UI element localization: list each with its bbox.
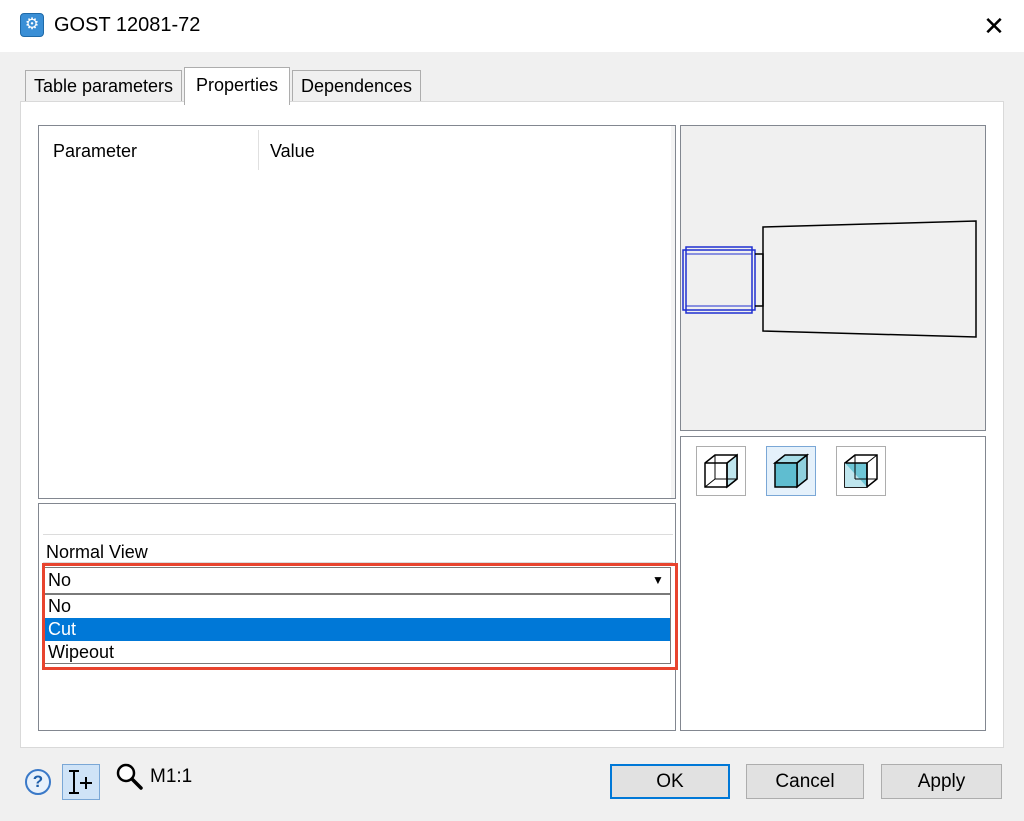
tab-properties[interactable]: Properties	[184, 67, 290, 105]
shaded-cube-icon	[772, 453, 810, 489]
scrollbar-track[interactable]	[671, 126, 675, 498]
snap-toggle-button[interactable]	[62, 764, 100, 800]
zoom-icon[interactable]	[114, 762, 144, 792]
combobox-value: No	[48, 570, 72, 590]
parameter-table: Parameter Value	[38, 125, 676, 499]
gear-icon: ⚙	[20, 13, 44, 37]
normal-view-dropdown: No Cut Wipeout	[44, 594, 671, 664]
dropdown-option-cut[interactable]: Cut	[45, 618, 670, 641]
view-mode-panel	[680, 436, 986, 731]
close-button[interactable]: ✕	[972, 6, 1016, 46]
tab-table-parameters[interactable]: Table parameters	[25, 70, 182, 102]
normal-view-label: Normal View	[46, 542, 148, 562]
window-title: GOST 12081-72	[54, 14, 201, 36]
column-header-parameter[interactable]: Parameter	[53, 139, 137, 163]
view-button-shaded-edges[interactable]	[836, 446, 886, 496]
dropdown-option-no[interactable]: No	[45, 595, 670, 618]
chevron-down-icon[interactable]: ▼	[649, 571, 667, 590]
part-preview-drawing	[682, 220, 977, 338]
divider	[43, 534, 673, 535]
view-button-shaded[interactable]	[766, 446, 816, 496]
column-header-value[interactable]: Value	[270, 139, 315, 163]
preview-panel	[680, 125, 986, 431]
shaded-edges-cube-icon	[844, 454, 878, 488]
help-icon[interactable]: ?	[25, 769, 51, 795]
zoom-scale-label: M1:1	[150, 766, 193, 787]
normal-view-combobox[interactable]: No ▼	[44, 567, 671, 594]
wireframe-cube-icon	[704, 453, 738, 489]
insertion-point-icon	[69, 770, 92, 794]
apply-button[interactable]: Apply	[881, 764, 1002, 799]
view-button-wireframe[interactable]	[696, 446, 746, 496]
tab-dependences[interactable]: Dependences	[292, 70, 421, 102]
dropdown-option-wipeout[interactable]: Wipeout	[45, 641, 670, 664]
ok-button[interactable]: OK	[610, 764, 730, 799]
cancel-button[interactable]: Cancel	[746, 764, 864, 799]
title-bar: ⚙ GOST 12081-72 ✕	[0, 0, 1024, 52]
column-divider[interactable]	[258, 130, 259, 170]
